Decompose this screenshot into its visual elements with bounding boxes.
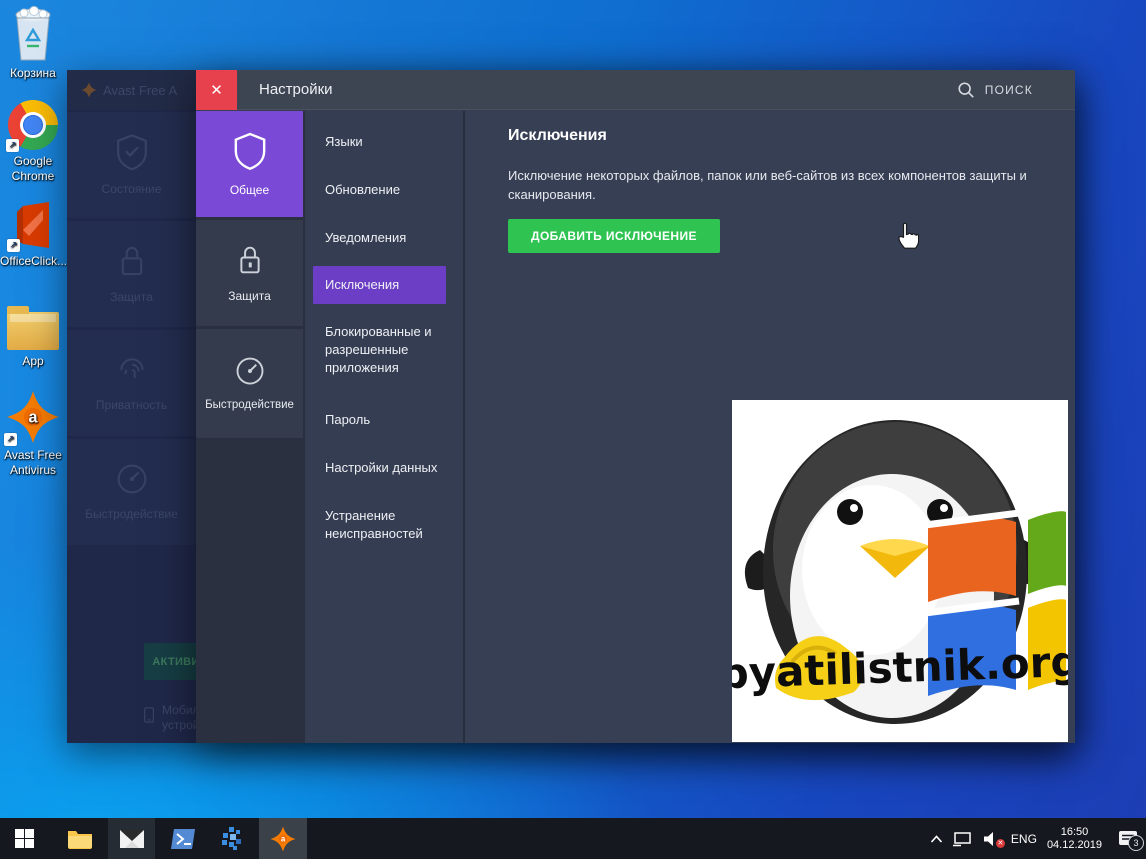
- main-sidebar: Состояние Защита Приватность: [67, 112, 196, 548]
- menu-item-update[interactable]: Обновление: [305, 181, 463, 199]
- shield-check-icon: [115, 134, 149, 170]
- category-general[interactable]: Общее: [196, 111, 303, 217]
- taskbar-file-explorer[interactable]: [56, 818, 104, 859]
- notification-badge: 3: [1128, 835, 1144, 851]
- desktop-icon-label: Корзина: [0, 66, 66, 81]
- settings-content: Исключения Исключение некоторых файлов, …: [465, 111, 1075, 743]
- network-icon[interactable]: [953, 831, 973, 847]
- action-center-icon[interactable]: 3: [1118, 830, 1138, 847]
- desktop-icon-label: Google Chrome: [0, 154, 66, 184]
- avast-icon: a ↗: [6, 390, 60, 444]
- page-title: Исключения: [508, 127, 607, 145]
- taskbar-powershell[interactable]: [159, 818, 207, 859]
- settings-title: Настройки: [259, 81, 333, 98]
- search-label: ПОИСК: [985, 83, 1033, 97]
- desktop-icon-app-folder[interactable]: App: [0, 302, 66, 369]
- desktop-icon-label: Avast Free Antivirus: [0, 448, 66, 478]
- search-icon: [957, 81, 975, 99]
- start-button[interactable]: [0, 818, 48, 859]
- category-performance[interactable]: Быстродействие: [196, 329, 303, 438]
- add-exclusion-button[interactable]: ДОБАВИТЬ ИСКЛЮЧЕНИЕ: [508, 219, 720, 253]
- tray-language[interactable]: ENG: [1011, 832, 1037, 846]
- avast-main-titlebar: Avast Free A: [67, 70, 196, 110]
- menu-item-data-settings[interactable]: Настройки данных: [305, 459, 463, 477]
- svg-text:a: a: [281, 834, 286, 843]
- sidebar-item-status[interactable]: Состояние: [67, 112, 196, 218]
- phone-icon: [144, 703, 154, 727]
- penguin-windows-logo: pyatilistnik.org: [732, 400, 1068, 742]
- pixel-sphere-icon: [219, 826, 244, 851]
- watermark-image: pyatilistnik.org: [732, 400, 1068, 742]
- settings-submenu: Языки Обновление Уведомления Исключения …: [303, 111, 465, 743]
- menu-item-notifications[interactable]: Уведомления: [305, 229, 463, 247]
- desktop-icon-label: OfficeClick...: [0, 254, 66, 269]
- shortcut-arrow-icon: ↗: [4, 433, 17, 446]
- close-button[interactable]: ✕: [196, 70, 237, 110]
- windows-logo-icon: [15, 829, 34, 848]
- desktop-icon-chrome[interactable]: ↗ Google Chrome: [0, 100, 66, 184]
- shortcut-arrow-icon: ↗: [7, 239, 20, 252]
- svg-text:a: a: [28, 408, 38, 426]
- fingerprint-icon: [116, 354, 148, 386]
- recycle-bin-icon: [10, 6, 56, 62]
- powershell-icon: [170, 828, 197, 850]
- sidebar-item-performance[interactable]: Быстродействие: [67, 439, 196, 545]
- lock-icon: [117, 244, 147, 278]
- mail-icon: [119, 829, 145, 849]
- tray-date: 04.12.2019: [1047, 839, 1102, 852]
- menu-item-blocked-allowed-apps[interactable]: Блокированные и разрешенные приложения: [305, 323, 445, 377]
- desktop-icon-office[interactable]: ↗ OfficeClick...: [0, 200, 66, 269]
- window-title: Avast Free A: [103, 83, 177, 98]
- speedometer-icon: [235, 356, 265, 386]
- office-icon: ↗: [9, 200, 57, 250]
- avast-icon: a: [270, 826, 296, 852]
- file-explorer-icon: [67, 828, 93, 849]
- page-description: Исключение некоторых файлов, папок или в…: [508, 166, 1033, 204]
- sidebar-item-protection[interactable]: Защита: [67, 221, 196, 327]
- taskbar-avast[interactable]: a: [259, 818, 307, 859]
- menu-item-troubleshooting[interactable]: Устранение неисправностей: [305, 507, 435, 543]
- system-tray: ✕ ENG 16:50 04.12.2019 3: [930, 818, 1146, 859]
- folder-icon: [7, 302, 59, 350]
- desktop-icon-recycle-bin[interactable]: Корзина: [0, 6, 66, 81]
- taskbar-pixel-app[interactable]: [207, 818, 255, 859]
- sidebar-item-privacy[interactable]: Приватность: [67, 330, 196, 436]
- lock-icon: [236, 244, 264, 276]
- avast-logo-icon: [81, 82, 97, 98]
- avast-settings-window: ✕ Настройки ПОИСК Общее: [196, 70, 1075, 743]
- chrome-icon: ↗: [8, 100, 58, 150]
- category-protection[interactable]: Защита: [196, 220, 303, 326]
- desktop-icon-avast[interactable]: a ↗ Avast Free Antivirus: [0, 390, 66, 478]
- search-control[interactable]: ПОИСК: [957, 70, 1033, 110]
- settings-category-rail: Общее Защита Быстродействие: [196, 111, 303, 743]
- shortcut-arrow-icon: ↗: [6, 139, 19, 152]
- taskbar: a ✕ ENG 16:50 04.12.2019: [0, 818, 1146, 859]
- menu-item-exclusions[interactable]: Исключения: [313, 266, 446, 304]
- taskbar-mail[interactable]: [108, 818, 155, 859]
- settings-titlebar: ✕ Настройки ПОИСК: [196, 70, 1075, 110]
- volume-muted-icon[interactable]: ✕: [983, 831, 1001, 847]
- desktop: Корзина ↗ Google Chrome ↗ OfficeClick...…: [0, 0, 1146, 859]
- desktop-icon-label: App: [0, 354, 66, 369]
- menu-item-languages[interactable]: Языки: [305, 133, 463, 151]
- tray-clock[interactable]: 16:50 04.12.2019: [1047, 826, 1102, 852]
- tray-chevron-up-icon[interactable]: [930, 835, 943, 843]
- shield-icon: [233, 132, 267, 170]
- menu-item-password[interactable]: Пароль: [305, 411, 463, 429]
- speedometer-icon: [116, 463, 148, 495]
- tray-time: 16:50: [1047, 826, 1102, 839]
